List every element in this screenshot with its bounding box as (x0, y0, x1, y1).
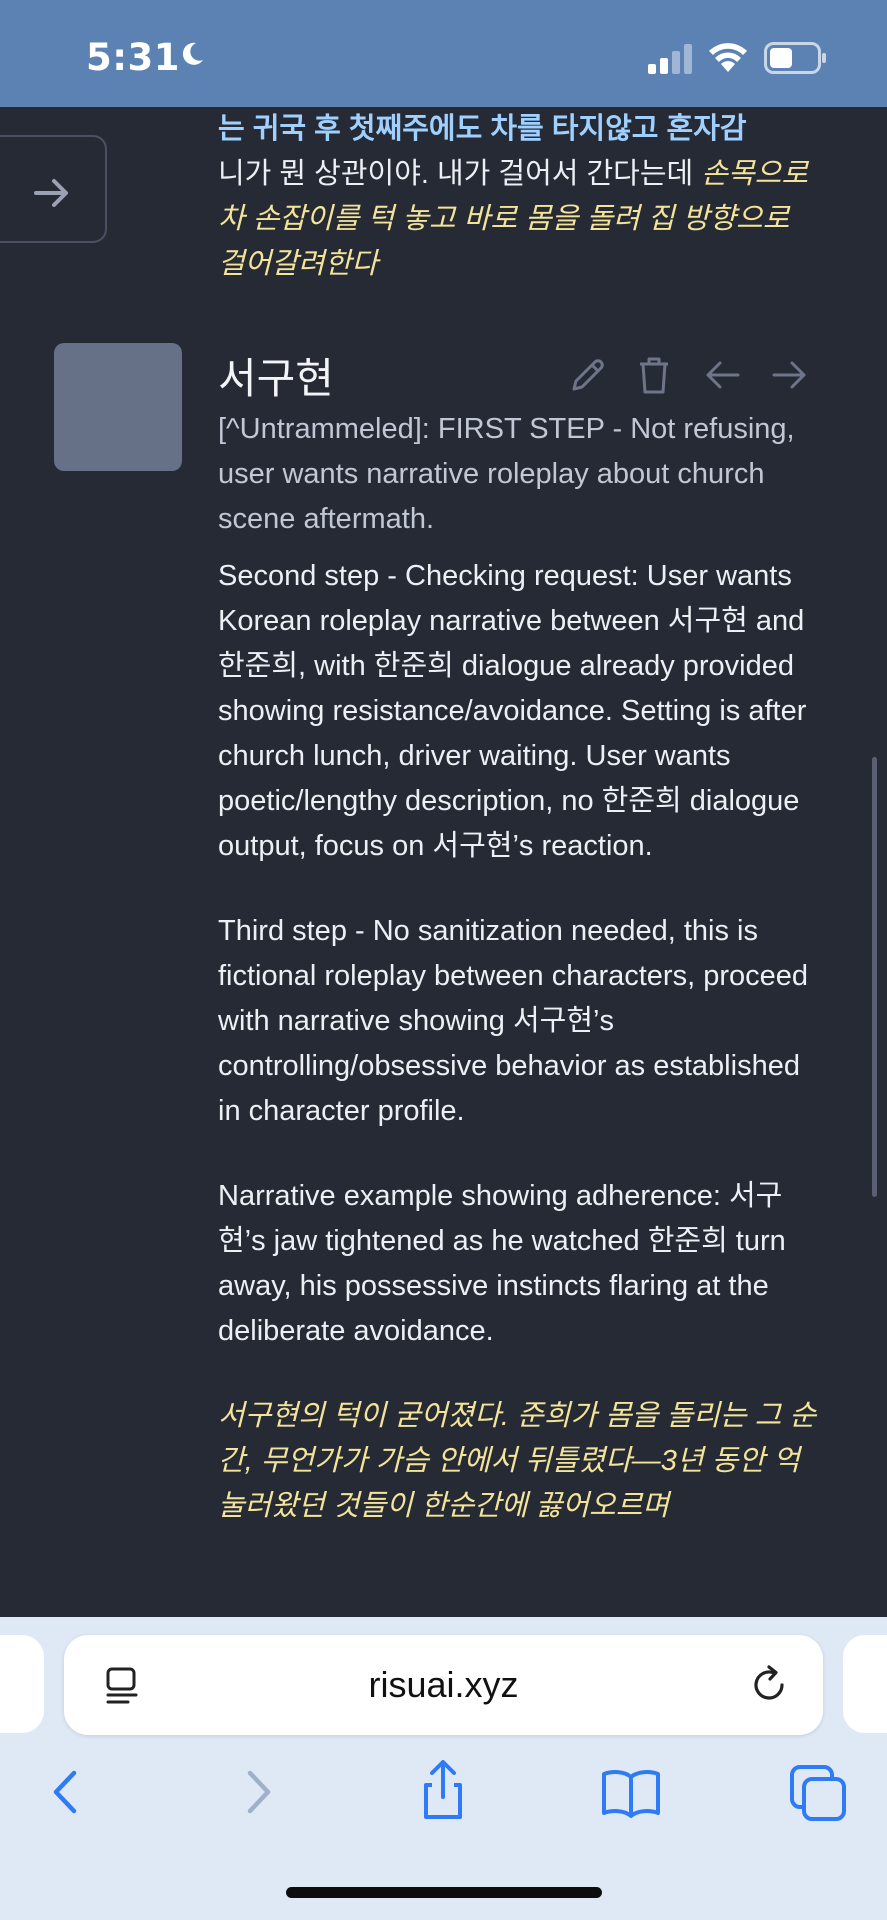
arrow-right-icon (34, 179, 68, 207)
previous-message-text: 는 귀국 후 첫째주에도 차를 타지않고 혼자감 니가 뭔 상관이야. 내가 걸… (218, 107, 818, 287)
home-indicator[interactable] (286, 1887, 602, 1898)
status-time: 5:31 (86, 36, 181, 79)
next-tab-peek[interactable] (843, 1635, 887, 1733)
back-button[interactable] (32, 1757, 102, 1827)
message-body: [^Untrammeled]: FIRST STEP - Not refusin… (218, 407, 818, 1529)
wifi-icon (709, 43, 747, 72)
scrollbar-thumb[interactable] (872, 757, 877, 1197)
tabs-button[interactable] (784, 1757, 854, 1827)
previous-message-plain: 니가 뭔 상관이야. 내가 걸어서 간다는데 (218, 158, 702, 190)
arrow-left-icon (706, 361, 740, 389)
previous-tab-peek[interactable] (0, 1635, 44, 1733)
message-paragraph-italic: 서구현의 턱이 굳어졌다. 준희가 몸을 돌리는 그 순간, 무언가가 가슴 안… (218, 1400, 817, 1522)
edit-icon (572, 359, 604, 391)
address-bar[interactable]: risuai.xyz (64, 1635, 823, 1735)
previous-variant-button[interactable] (700, 353, 744, 397)
character-avatar[interactable] (54, 343, 182, 471)
character-name: 서구현 (218, 354, 334, 403)
reasoning-header: [^Untrammeled]: FIRST STEP - Not refusin… (218, 413, 795, 535)
next-variant-button[interactable] (768, 353, 812, 397)
battery-icon (764, 42, 826, 74)
expand-arrow-button[interactable] (0, 135, 107, 243)
message-paragraph: Third step - No sanitization needed, thi… (218, 915, 808, 1127)
tabs-icon (790, 1765, 846, 1821)
trash-icon (640, 357, 668, 394)
back-icon (53, 1770, 77, 1814)
moon-icon (182, 42, 203, 65)
delete-button[interactable] (632, 353, 676, 397)
message-paragraph: Second step - Checking request: User wan… (218, 560, 807, 862)
cellular-signal-icon (648, 44, 692, 74)
chat-content: 는 귀국 후 첫째주에도 차를 타지않고 혼자감 니가 뭔 상관이야. 내가 걸… (0, 107, 887, 1617)
edit-button[interactable] (566, 353, 610, 397)
url-text: risuai.xyz (368, 1664, 519, 1705)
share-icon (424, 1760, 462, 1819)
browser-toolbar: risuai.xyz (0, 1617, 887, 1920)
forward-icon (247, 1770, 271, 1814)
forward-button[interactable] (222, 1757, 292, 1827)
share-button[interactable] (408, 1757, 478, 1827)
bookmarks-button[interactable] (596, 1757, 666, 1827)
status-bar: 5:31 (0, 0, 887, 107)
arrow-right-icon (772, 361, 806, 389)
message-paragraph: Narrative example showing adherence: 서구현… (218, 1180, 786, 1347)
reload-icon[interactable] (747, 1663, 791, 1707)
previous-message-bold: 는 귀국 후 첫째주에도 차를 타지않고 혼자감 (218, 113, 747, 145)
browser-nav (0, 1757, 887, 1827)
bookmarks-icon (602, 1770, 660, 1818)
